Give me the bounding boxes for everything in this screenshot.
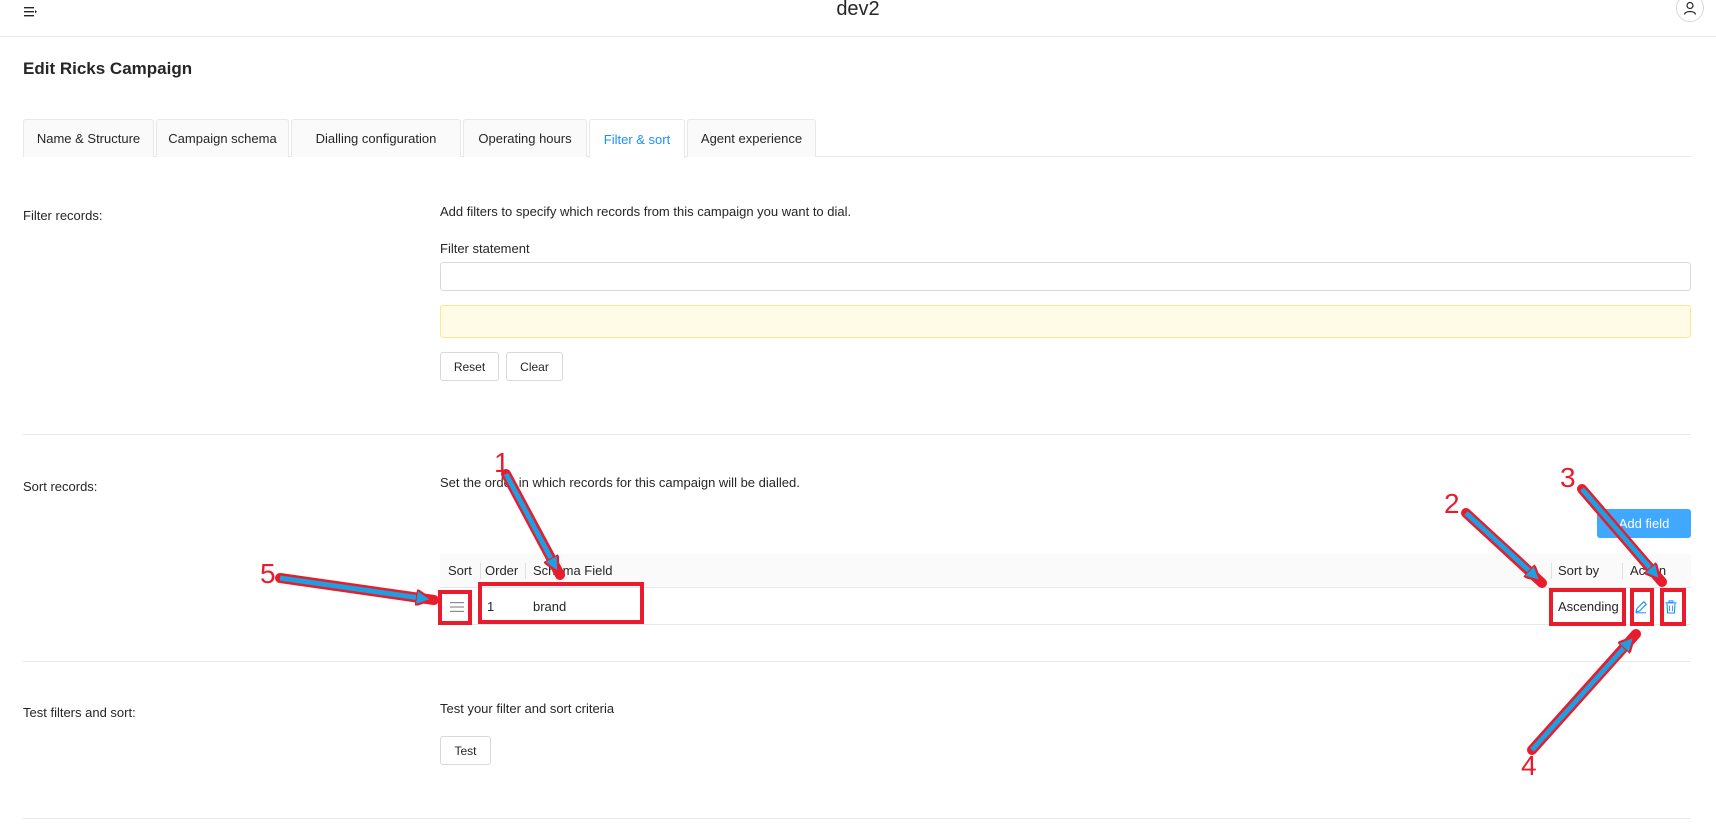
annotation-number-1: 1 <box>494 447 510 478</box>
column-separator <box>525 563 526 579</box>
column-header-action: Action <box>1630 563 1667 578</box>
page-title: Edit Ricks Campaign <box>23 59 193 78</box>
tab-filter-sort[interactable]: Filter & sort <box>589 119 685 158</box>
section-divider <box>23 818 1691 819</box>
section-divider <box>23 661 1691 662</box>
test-filters-label: Test filters and sort: <box>23 705 136 720</box>
tab-dialling-configuration[interactable]: Dialling configuration <box>291 119 461 157</box>
column-separator <box>480 563 481 579</box>
column-header-sort-by: Sort by <box>1558 563 1600 578</box>
tab-agent-experience[interactable]: Agent experience <box>687 119 816 157</box>
tab-campaign-schema[interactable]: Campaign schema <box>156 119 289 157</box>
column-header-sort: Sort <box>448 563 472 578</box>
annotation-highlight-sort-by <box>1549 588 1626 626</box>
annotation-highlight-schema-field <box>478 582 644 624</box>
reset-button[interactable]: Reset <box>440 352 499 381</box>
annotation-number-3: 3 <box>1560 462 1576 493</box>
clear-button[interactable]: Clear <box>506 352 563 381</box>
column-separator <box>1622 563 1623 579</box>
annotation-number-5: 5 <box>260 558 276 589</box>
add-field-button[interactable]: Add field <box>1597 509 1691 538</box>
annotation-number-2: 2 <box>1444 488 1460 519</box>
filter-warning-box <box>440 305 1691 338</box>
column-separator <box>1551 563 1552 579</box>
tab-name-structure[interactable]: Name & Structure <box>23 119 154 157</box>
annotation-highlight-delete <box>1660 588 1686 626</box>
top-bar: dev2 <box>0 0 1716 37</box>
tab-operating-hours[interactable]: Operating hours <box>463 119 587 157</box>
filter-statement-input[interactable] <box>440 262 1691 291</box>
user-profile-icon[interactable] <box>1676 0 1704 22</box>
test-button[interactable]: Test <box>440 736 491 765</box>
arrow-5 <box>275 573 439 605</box>
arrow-4 <box>1527 629 1641 755</box>
filter-statement-label: Filter statement <box>440 241 530 256</box>
filter-description: Add filters to specify which records fro… <box>440 204 852 219</box>
annotation-highlight-edit <box>1630 588 1654 626</box>
annotation-highlight-drag-handle <box>438 590 472 625</box>
test-description: Test your filter and sort criteria <box>440 701 615 716</box>
filter-records-label: Filter records: <box>23 208 103 223</box>
sort-records-label: Sort records: <box>23 479 98 494</box>
app-title: dev2 <box>836 0 880 20</box>
section-divider <box>23 434 1691 435</box>
tab-bar: Name & Structure Campaign schema Diallin… <box>23 119 1691 158</box>
annotation-number-4: 4 <box>1521 750 1537 781</box>
